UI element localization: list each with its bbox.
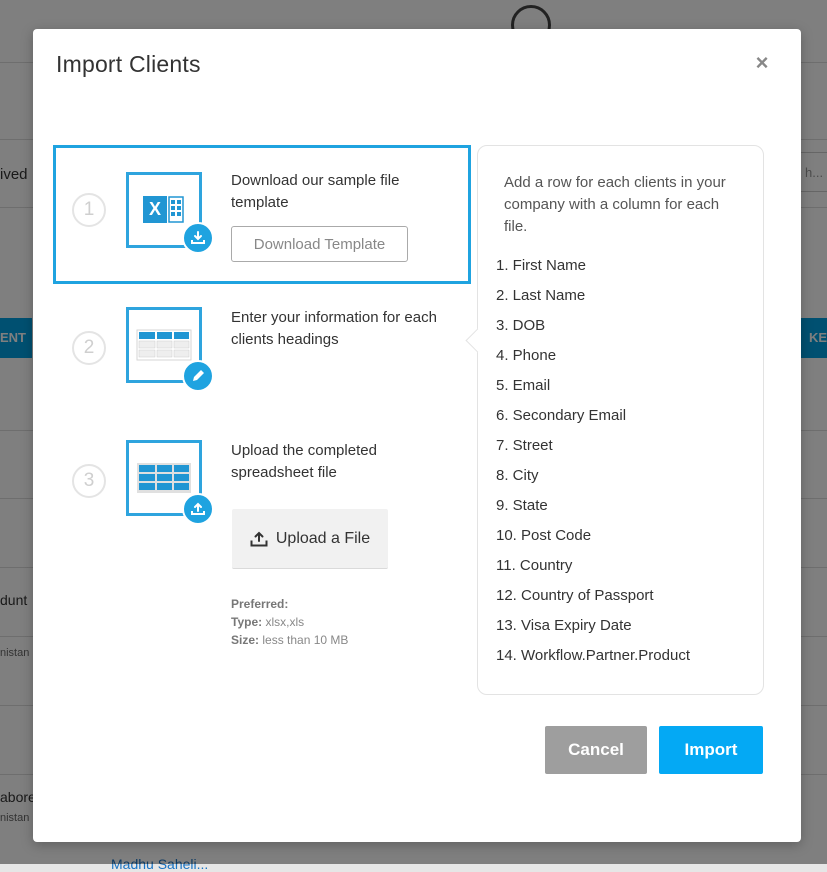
download-icon — [182, 222, 214, 254]
info-card-pointer — [465, 328, 490, 353]
step-download-template: 1 X Download our sample file template Do… — [53, 145, 471, 284]
cancel-button[interactable]: Cancel — [545, 726, 647, 774]
upload-icon — [182, 493, 214, 525]
step-description: Download our sample file template — [231, 172, 400, 211]
column-info-card: Add a row for each clients in your compa… — [465, 145, 764, 695]
info-intro-text: Add a row for each clients in your compa… — [504, 174, 726, 235]
svg-text:X: X — [149, 199, 161, 219]
list-item: 4. Phone — [496, 347, 557, 364]
close-icon[interactable]: × — [750, 51, 774, 75]
list-item: 6. Secondary Email — [496, 407, 627, 424]
list-item: 5. Email — [496, 377, 551, 394]
step-number: 1 — [72, 193, 106, 227]
list-item: 8. City — [496, 467, 539, 484]
step-number: 2 — [72, 331, 106, 365]
preferred-file-info: Preferred: Type: xlsx,xls Size: less tha… — [231, 595, 348, 649]
list-item: 9. State — [496, 497, 548, 514]
step-enter-information: 2 Enter your information for each client… — [53, 287, 465, 427]
required-columns-list: 1. First Name 2. Last Name 3. DOB 4. Pho… — [496, 251, 690, 671]
download-template-button[interactable]: Download Template — [231, 226, 408, 262]
step-number: 3 — [72, 464, 106, 498]
list-item: 7. Street — [496, 437, 553, 454]
size-label: Size: — [231, 633, 260, 647]
type-label: Type: — [231, 615, 263, 629]
preferred-label: Preferred: — [231, 597, 289, 611]
list-item: 11. Country — [496, 557, 573, 574]
step-description: Upload the completed spreadsheet file — [231, 442, 377, 481]
list-item: 12. Country of Passport — [496, 587, 654, 604]
size-value: less than 10 MB — [262, 633, 349, 647]
type-value: xlsx,xls — [265, 615, 305, 629]
list-item: 10. Post Code — [496, 527, 592, 544]
import-button[interactable]: Import — [659, 726, 763, 774]
step-upload-file: 3 Upload the completed spreadsheet file … — [53, 421, 465, 661]
list-item: 13. Visa Expiry Date — [496, 617, 632, 634]
upload-file-label: Upload a File — [275, 529, 371, 547]
list-item: 3. DOB — [496, 317, 546, 334]
upload-icon — [250, 531, 268, 546]
step-description: Enter your information for each clients … — [231, 309, 437, 348]
pencil-icon — [182, 360, 214, 392]
list-item: 14. Workflow.Partner.Product — [496, 647, 690, 664]
list-item: 1. First Name — [496, 257, 587, 274]
import-clients-modal: Import Clients × 1 X Download our sample… — [33, 29, 801, 842]
modal-title: Import Clients — [56, 51, 201, 77]
upload-file-button[interactable]: Upload a File — [232, 509, 388, 569]
list-item: 2. Last Name — [496, 287, 586, 304]
